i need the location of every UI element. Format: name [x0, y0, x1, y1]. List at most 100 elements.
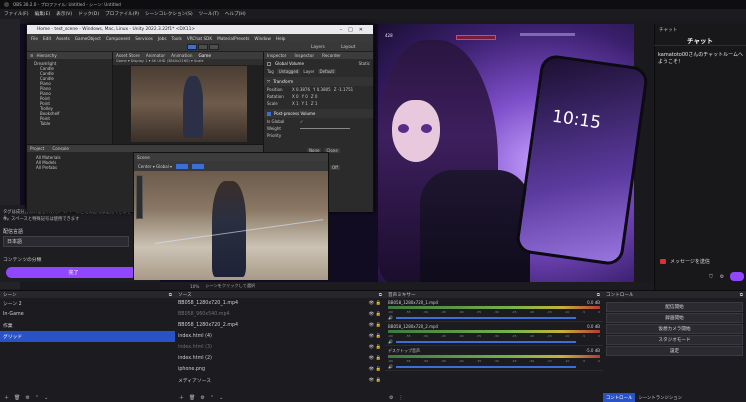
volume-slider[interactable]: [395, 316, 576, 319]
tab-inspector[interactable]: Inspector: [267, 53, 287, 58]
visibility-lock-icons[interactable]: 👁 🔒: [369, 301, 381, 306]
scene-view-render[interactable]: [134, 171, 328, 280]
volume-slider[interactable]: [395, 365, 576, 368]
source-item[interactable]: BB058_1280x720_2.mp4 👁 🔒: [175, 320, 385, 331]
unity-menu-component[interactable]: Component: [106, 36, 130, 41]
move-down-icon[interactable]: ⌄: [44, 395, 48, 401]
mixer-settings-icon[interactable]: ⚙: [389, 395, 393, 401]
menu-help[interactable]: ヘルプ(H): [225, 11, 246, 17]
scale-z[interactable]: Z 1: [311, 101, 318, 106]
unity-scene-window[interactable]: Scene Center ▾ Global ▾: [133, 152, 329, 280]
rotation-x[interactable]: X 0: [292, 94, 299, 99]
is-global-checkbox[interactable]: ✓: [300, 119, 303, 124]
settings-button[interactable]: 設定: [606, 346, 743, 356]
remove-source-icon[interactable]: 🗑: [189, 395, 195, 401]
rotation-y[interactable]: Y 0: [302, 94, 308, 99]
move-down-icon[interactable]: ⌄: [219, 395, 223, 401]
unity-menu-services[interactable]: Services: [135, 36, 153, 41]
weight-slider[interactable]: [300, 128, 350, 129]
unity-menu-materialpresets[interactable]: MaterialPresets: [217, 36, 249, 41]
visibility-lock-icons[interactable]: 👁 🔒: [369, 378, 381, 383]
visibility-lock-icons[interactable]: 👁 🔒: [369, 323, 381, 328]
gameobject-name[interactable]: Global Volume: [275, 61, 304, 66]
dock-popout-icon[interactable]: ⧉: [379, 292, 382, 298]
visibility-lock-icons[interactable]: 👁 🔒: [369, 334, 381, 339]
start-streaming-button[interactable]: 配信開始: [606, 302, 743, 312]
speaker-icon[interactable]: 🔊: [388, 339, 393, 344]
visibility-lock-icons[interactable]: 👁 🔒: [369, 312, 381, 317]
tab-project[interactable]: Project: [30, 146, 44, 151]
volume-slider[interactable]: [395, 340, 576, 343]
position-y[interactable]: Y 0.3805: [313, 87, 331, 92]
game-view-render[interactable]: [131, 66, 247, 142]
component-checkbox[interactable]: [267, 111, 271, 116]
source-item[interactable]: メディアソース 👁 🔒: [175, 375, 385, 386]
scene-view-options-2[interactable]: [192, 163, 205, 169]
menu-view[interactable]: 表示(V): [56, 11, 72, 17]
tab-inspector-2[interactable]: Inspector: [295, 53, 315, 58]
broadcast-language-select[interactable]: 日本語: [3, 236, 129, 247]
scene-filter-icon[interactable]: ⚙: [25, 395, 29, 401]
unity-menu-tools[interactable]: Tools: [172, 36, 182, 41]
transform-header[interactable]: Transform: [273, 79, 293, 84]
start-virtual-camera-button[interactable]: 仮想カメラ開始: [606, 324, 743, 334]
gear-icon[interactable]: ⚙: [719, 274, 725, 280]
pause-button[interactable]: [198, 44, 208, 50]
chat-button[interactable]: [730, 272, 744, 281]
done-button[interactable]: 完了: [6, 267, 141, 278]
tag-dropdown[interactable]: Untagged: [276, 69, 301, 74]
source-item[interactable]: BB058_960x540.mp4 👁 🔒: [175, 309, 385, 320]
unity-menu-gameobject[interactable]: GameObject: [75, 36, 101, 41]
rotation-z[interactable]: Z 0: [311, 94, 318, 99]
source-item[interactable]: index.html (3) 👁 🔒: [175, 342, 385, 353]
preview-zoom[interactable]: 10%: [190, 284, 199, 289]
scene-item[interactable]: 作業: [0, 320, 175, 331]
dock-popout-icon[interactable]: ⧉: [597, 292, 600, 298]
step-button[interactable]: [209, 44, 219, 50]
tab-scene-transitions[interactable]: シーントランジション: [635, 393, 685, 402]
add-source-icon[interactable]: ＋: [179, 394, 184, 401]
scene-view-options[interactable]: [176, 163, 189, 169]
play-button[interactable]: [187, 44, 197, 50]
scene-item[interactable]: In-Game: [0, 309, 175, 320]
tab-console[interactable]: Console: [52, 146, 69, 151]
shield-icon[interactable]: ⛉: [708, 274, 714, 280]
unity-menu-file[interactable]: File: [31, 36, 38, 41]
visibility-lock-icons[interactable]: 👁 🔒: [369, 345, 381, 350]
position-z[interactable]: Z -1.1751: [334, 87, 353, 92]
pivot-dropdown[interactable]: Center ▾ Global ▾: [138, 164, 172, 169]
tab-animator[interactable]: Animator: [146, 53, 165, 58]
unity-menu-window[interactable]: Window: [254, 36, 271, 41]
gameobject-active-checkbox[interactable]: [267, 61, 271, 66]
unity-menu-help[interactable]: Help: [276, 36, 286, 41]
override-off-toggle[interactable]: Off: [330, 165, 340, 170]
source-item[interactable]: index.html (2) 👁 🔒: [175, 353, 385, 364]
scene-item[interactable]: グリッド: [0, 331, 175, 342]
tab-recorder[interactable]: Recorder: [322, 53, 341, 58]
hierarchy-tab[interactable]: ≡ Hierarchy: [27, 52, 112, 59]
hierarchy-tree[interactable]: Dreamlight Candle Candle Candle Piano Piano Pi…: [27, 59, 112, 126]
scale-x[interactable]: X 1: [292, 101, 299, 106]
source-item[interactable]: index.html (4) 👁 🔒: [175, 331, 385, 342]
dock-popout-icon[interactable]: ⧉: [169, 292, 172, 298]
position-x[interactable]: X 0.3876: [292, 87, 310, 92]
tab-animation[interactable]: Animation: [171, 53, 192, 58]
dock-popout-icon[interactable]: ⧉: [740, 292, 743, 298]
static-toggle[interactable]: Static: [359, 61, 370, 66]
menu-tools[interactable]: ツール(T): [199, 11, 219, 17]
game-view-toolbar[interactable]: Game ▾ Display 1 ▾ 4K UHD (3840x2160) ▾ …: [113, 59, 263, 65]
move-up-icon[interactable]: ⌃: [210, 395, 214, 401]
scene-tool-palette[interactable]: [136, 175, 143, 219]
unity-menu-edit[interactable]: Edit: [43, 36, 51, 41]
layers-dropdown[interactable]: Layers: [311, 44, 325, 49]
add-scene-icon[interactable]: ＋: [4, 394, 9, 401]
menu-profile[interactable]: プロファイル(P): [105, 11, 139, 17]
scene-item[interactable]: シーン 2: [0, 298, 175, 309]
chat-send-button[interactable]: メッセージを送信: [670, 258, 710, 265]
unity-menu-vrchat[interactable]: VRChat SDK: [187, 36, 212, 41]
post-process-volume-header[interactable]: Post-process Volume: [274, 111, 315, 116]
layout-dropdown[interactable]: Layout: [341, 44, 355, 49]
layer-dropdown[interactable]: Default: [317, 69, 337, 74]
unity-menu-jobs[interactable]: Jobs: [158, 36, 167, 41]
menu-file[interactable]: ファイル(F): [4, 11, 29, 17]
